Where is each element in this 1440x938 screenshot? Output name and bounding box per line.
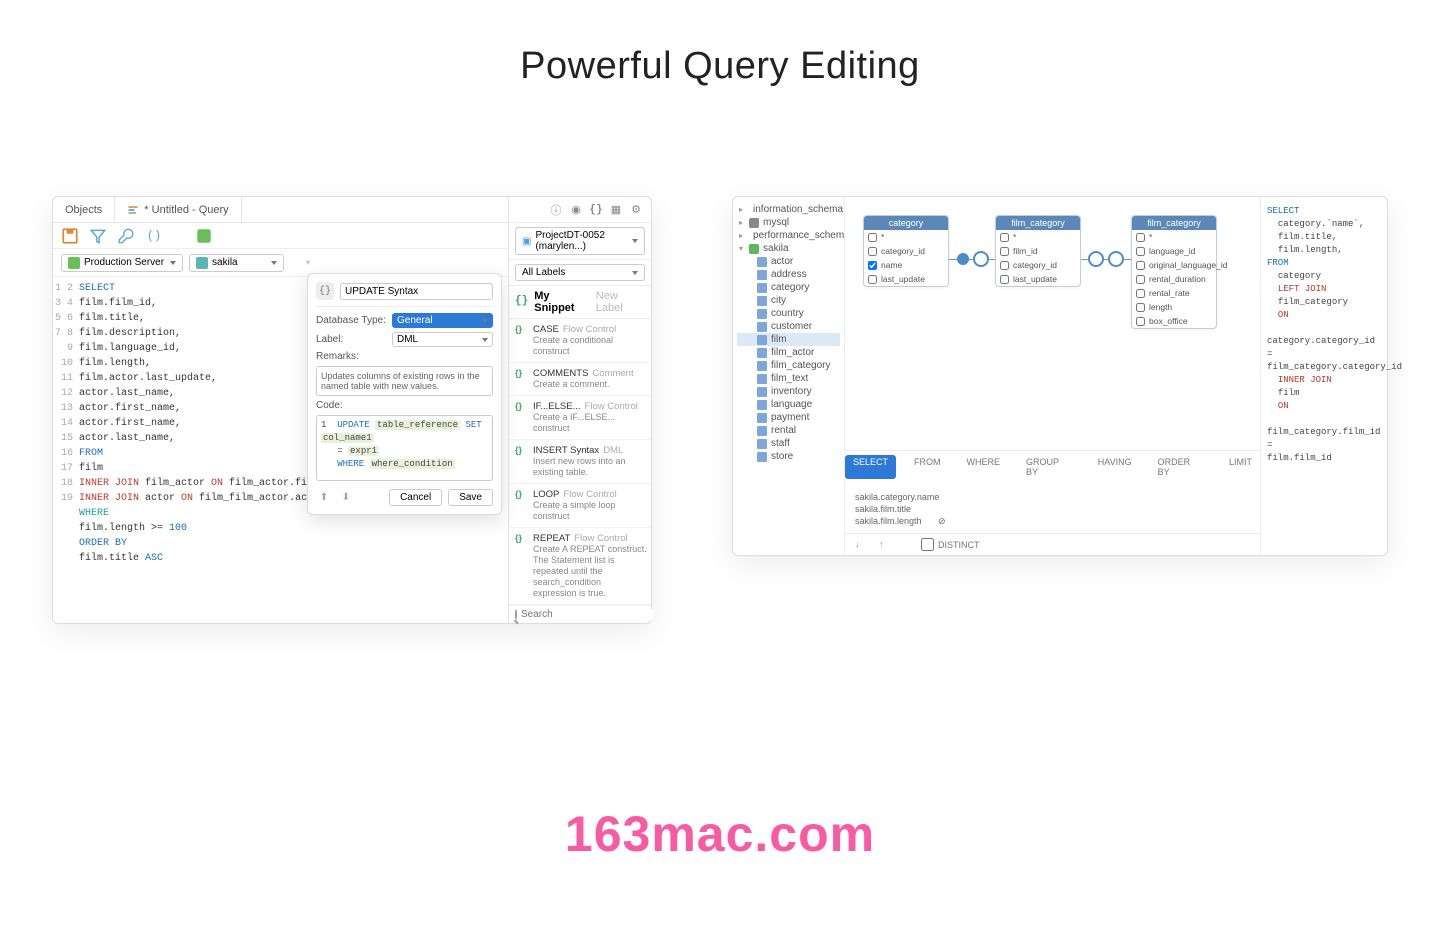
save-icon[interactable] <box>61 227 79 245</box>
tree-table[interactable]: film <box>737 333 840 346</box>
tree-table[interactable]: store <box>737 450 840 463</box>
connection-dropdown[interactable]: Production Server <box>61 254 183 272</box>
snippet-item[interactable]: REPEATFlow ControlCreate A REPEAT constr… <box>509 528 651 605</box>
braces-icon: {} <box>316 282 334 300</box>
tree-table[interactable]: city <box>737 294 840 307</box>
remarks-textarea[interactable]: Updates columns of existing rows in the … <box>316 366 493 396</box>
move-down-icon[interactable]: ↓ <box>855 539 867 551</box>
snippet-item[interactable]: INSERT SyntaxDMLInsert new rows into an … <box>509 440 651 484</box>
remove-icon[interactable]: ⊘ <box>938 516 948 526</box>
info-icon[interactable]: ⓘ <box>549 203 563 217</box>
snippets-icon[interactable] <box>195 227 213 245</box>
snippet-folder-icon: {} <box>515 295 528 309</box>
bottom-toolbar: ↓ ↑ DISTINCT <box>845 533 1260 555</box>
eye-icon[interactable]: ◉ <box>569 203 583 217</box>
query-editor-window: Objects * Untitled - Query () Production… <box>52 196 652 624</box>
schema-tree: information_schemamysqlperformance_schem… <box>733 197 845 555</box>
clause-tab[interactable]: WHERE <box>959 455 1009 479</box>
labels-dropdown[interactable]: All Labels <box>515 264 645 281</box>
watermark: 163mac.com <box>565 805 875 863</box>
label-select[interactable]: DML <box>392 332 493 347</box>
tree-table[interactable]: address <box>737 268 840 281</box>
entity-table[interactable]: film_category*film_idcategory_idlast_upd… <box>995 215 1081 287</box>
filter-icon[interactable] <box>89 227 107 245</box>
clause-tabs: SELECT FROM WHERE GROUP BY HAVING ORDER BY LIM… <box>845 450 1260 483</box>
tree-table[interactable]: category <box>737 281 840 294</box>
db-type-select[interactable]: General <box>392 313 493 328</box>
output-column[interactable]: sakila.film.title <box>855 503 1250 515</box>
database-icon <box>196 257 208 269</box>
grid-icon[interactable]: ▦ <box>609 203 623 217</box>
code-textarea[interactable]: 1 UPDATE table_reference SET col_name1 =… <box>316 415 493 481</box>
tree-table[interactable]: country <box>737 307 840 320</box>
tab-label: * Untitled - Query <box>144 204 228 216</box>
snippet-item[interactable]: COMMENTSCommentCreate a comment. <box>509 363 651 396</box>
import-icon[interactable]: ⬆ <box>316 490 332 506</box>
entity-table[interactable]: category*category_idnamelast_update <box>863 215 949 287</box>
output-column[interactable]: sakila.film.length ⊘ <box>855 515 1250 527</box>
cancel-button[interactable]: Cancel <box>389 489 442 506</box>
search-row <box>509 605 651 623</box>
wrench-icon[interactable] <box>117 227 135 245</box>
clause-tab[interactable]: SELECT <box>845 455 896 479</box>
output-column[interactable]: sakila.category.name <box>855 491 1250 503</box>
clause-tab[interactable]: ORDER BY <box>1150 455 1211 479</box>
tree-table[interactable]: customer <box>737 320 840 333</box>
relation <box>949 255 995 263</box>
page-title: Powerful Query Editing <box>0 45 1440 88</box>
snippet-item[interactable]: IF...ELSE...Flow ControlCreate a IF...EL… <box>509 396 651 440</box>
tree-table[interactable]: actor <box>737 255 840 268</box>
tree-table[interactable]: language <box>737 398 840 411</box>
braces-toggle-icon[interactable]: {} <box>589 203 603 217</box>
tree-table[interactable]: film_category <box>737 359 840 372</box>
label-label: Label: <box>316 334 388 345</box>
gear-icon[interactable]: ⚙ <box>629 203 643 217</box>
code-label: Code: <box>316 400 388 411</box>
clause-tab[interactable]: FROM <box>906 455 949 479</box>
server-icon <box>68 257 80 269</box>
output-columns: sakila.category.namesakila.film.titlesak… <box>845 483 1260 533</box>
snippet-panel: ⓘ ◉ {} ▦ ⚙ ▣ ProjectDT-0052 (marylen...)… <box>509 197 651 623</box>
tree-table[interactable]: staff <box>737 437 840 450</box>
db-type-label: Database Type: <box>316 315 388 326</box>
clause-tab[interactable]: HAVING <box>1090 455 1140 479</box>
distinct-checkbox[interactable]: DISTINCT <box>921 538 980 551</box>
snippet-item[interactable]: CASEFlow ControlCreate a conditional con… <box>509 319 651 363</box>
tree-table[interactable]: payment <box>737 411 840 424</box>
tree-db[interactable]: mysql <box>737 216 840 229</box>
relation <box>1081 255 1131 263</box>
my-snippet-label: My Snippet <box>534 290 590 314</box>
tab-untitled-query[interactable]: * Untitled - Query <box>115 197 241 222</box>
tree-table[interactable]: film_text <box>737 372 840 385</box>
move-up-icon[interactable]: ↑ <box>879 539 891 551</box>
snippet-title-input[interactable] <box>340 283 493 300</box>
diagram-area[interactable]: category*category_idnamelast_update film_… <box>845 197 1260 450</box>
tree-db[interactable]: information_schema <box>737 203 840 216</box>
schema-dropdown[interactable]: sakila <box>189 254 284 272</box>
tab-objects[interactable]: Objects <box>53 197 115 222</box>
export-icon[interactable]: ⬇ <box>338 490 354 506</box>
tabs-row: Objects * Untitled - Query <box>53 197 508 223</box>
snippet-item[interactable]: LOOPFlow ControlCreate a simple loop con… <box>509 484 651 528</box>
search-input[interactable] <box>521 609 653 620</box>
braces-icon[interactable]: () <box>145 227 163 245</box>
search-icon <box>515 609 517 620</box>
tree-table[interactable]: film_actor <box>737 346 840 359</box>
query-icon <box>127 204 139 216</box>
clause-tab[interactable]: GROUP BY <box>1018 455 1080 479</box>
remarks-label: Remarks: <box>316 351 388 362</box>
entity-table[interactable]: film_category*language_idoriginal_langua… <box>1131 215 1217 329</box>
snippet-editor-popup: {} Database Type: General Label: DML Rem… <box>307 273 502 515</box>
visual-query-builder-window: information_schemamysqlperformance_schem… <box>732 196 1388 556</box>
new-label-link[interactable]: New Label <box>596 290 645 314</box>
tree-table[interactable]: inventory <box>737 385 840 398</box>
project-dropdown[interactable]: ▣ ProjectDT-0052 (marylen...) <box>515 227 645 255</box>
generated-sql: SELECT category.`name`, film.title, film… <box>1261 197 1387 555</box>
clause-tab[interactable]: LIMIT <box>1221 455 1260 479</box>
tree-table[interactable]: rental <box>737 424 840 437</box>
toolbar: () <box>53 223 508 249</box>
save-button[interactable]: Save <box>448 489 493 506</box>
tree-db-open[interactable]: sakila <box>737 242 840 255</box>
tree-db[interactable]: performance_schema <box>737 229 840 242</box>
